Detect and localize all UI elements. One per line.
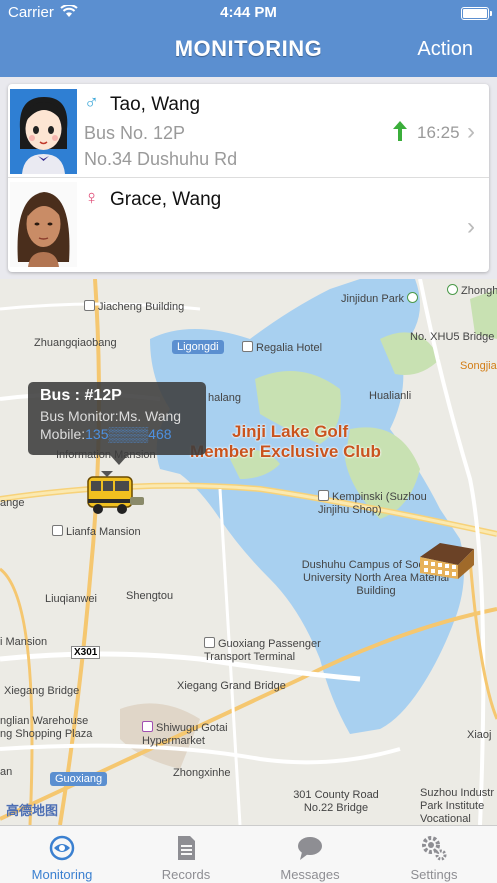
tab-settings[interactable]: Settings — [372, 826, 496, 883]
navigation-bar: Carrier 4:44 PM MONITORING Action — [0, 0, 497, 77]
chevron-right-icon: › — [467, 118, 475, 145]
map-label: No. XHU5 Bridge — [410, 331, 495, 343]
child-name: Grace, Wang — [110, 189, 222, 210]
tab-records[interactable]: Records — [124, 826, 248, 883]
tab-monitoring[interactable]: Monitoring — [0, 826, 124, 883]
status-time: 4:44 PM — [220, 4, 277, 21]
map-label: Jiacheng Building — [84, 300, 184, 313]
child-row-tao-wang[interactable]: ♂ Tao, Wang Bus No. 12P No.34 Dushuhu Rd… — [8, 84, 489, 178]
tab-label: Records — [161, 867, 211, 882]
map-label: an — [0, 766, 13, 778]
avatar — [10, 89, 77, 174]
map-label: Xiaoj — [467, 729, 492, 741]
map-label: Zhonghai — [447, 284, 497, 297]
map-label: Zhongxinhe — [173, 767, 231, 779]
tab-bar: Monitoring Records Messages Settings — [0, 825, 497, 883]
map-label: Hualianli — [369, 390, 412, 402]
map-label: Shiwugu Gotai Hypermarket — [142, 721, 228, 747]
map-label: Lianfa Mansion — [52, 525, 141, 538]
map-label: Zhuangqiaobang — [34, 337, 117, 349]
map-label: Kempinski (Suzhou Jinjihu Shop) — [318, 490, 427, 516]
map-label: Shengtou — [126, 590, 174, 602]
map-label: Guoxiang — [50, 772, 108, 786]
monitoring-icon — [48, 834, 76, 862]
arrow-up-icon — [392, 120, 408, 147]
records-icon — [172, 834, 200, 862]
arrival-time: 16:25 — [417, 123, 460, 142]
male-icon: ♂ — [84, 92, 99, 114]
chevron-right-icon: › — [467, 213, 475, 240]
bus-location: No.34 Dushuhu Rd — [84, 149, 238, 169]
road-badge: X301 — [71, 646, 101, 659]
bus-number: Bus No. 12P — [84, 123, 186, 143]
bus-info-callout[interactable]: Bus : #12P Bus Monitor:Ms. Wang Mobile:1… — [28, 382, 206, 465]
map-label: Guoxiang Passenger Transport Terminal — [204, 637, 321, 663]
action-button[interactable]: Action — [417, 38, 473, 61]
map-label: halang — [208, 392, 242, 404]
child-name: Tao, Wang — [110, 94, 201, 115]
map-logo: 高德地图 — [6, 803, 59, 818]
phone-link[interactable]: 135▒▒▒▒468 — [85, 426, 171, 442]
map-label: Ligongdi — [172, 340, 224, 354]
map-label: 301 County Road No.22 Bridge — [293, 789, 379, 814]
tab-messages[interactable]: Messages — [248, 826, 372, 883]
callout-monitor: Bus Monitor:Ms. Wang — [40, 408, 182, 424]
school-marker-icon[interactable] — [418, 535, 476, 586]
map-label: ange — [0, 497, 25, 509]
map-label: Xiegang Grand Bridge — [177, 680, 286, 692]
callout-mobile: Mobile:135▒▒▒▒468 — [40, 426, 172, 442]
settings-icon — [420, 834, 448, 862]
map-label: nglian Warehouse ng Shopping Plaza — [0, 715, 93, 740]
callout-title: Bus : #12P — [40, 387, 122, 404]
status-bar: Carrier 4:44 PM — [0, 4, 497, 24]
avatar — [10, 182, 77, 267]
female-icon: ♀ — [84, 187, 99, 209]
map-label: i Mansion — [0, 636, 48, 648]
map-label: Regalia Hotel — [242, 341, 322, 354]
tab-label: Settings — [410, 867, 458, 882]
bus-marker-icon[interactable] — [86, 469, 148, 522]
messages-icon — [296, 834, 324, 862]
highlight-label: Member Exclusive Club — [190, 442, 381, 461]
map-label: Liuqianwei — [45, 593, 97, 605]
map-view[interactable]: Jiacheng Building Zhuangqiaobang Ligongd… — [0, 279, 497, 825]
map-label: Jinjidun Park — [341, 292, 421, 305]
map-label: Songjia — [460, 360, 497, 372]
battery-icon — [461, 7, 492, 20]
child-row-grace-wang[interactable]: ♀ Grace, Wang › — [8, 179, 489, 272]
tab-label: Messages — [280, 867, 340, 882]
highlight-label: Jinji Lake Golf — [232, 422, 349, 441]
map-label: Xiegang Bridge — [4, 685, 80, 697]
tab-label: Monitoring — [31, 867, 93, 882]
children-list: ♂ Tao, Wang Bus No. 12P No.34 Dushuhu Rd… — [8, 84, 489, 272]
map-label: Suzhou Industr Park Institute Vocational… — [420, 787, 494, 825]
